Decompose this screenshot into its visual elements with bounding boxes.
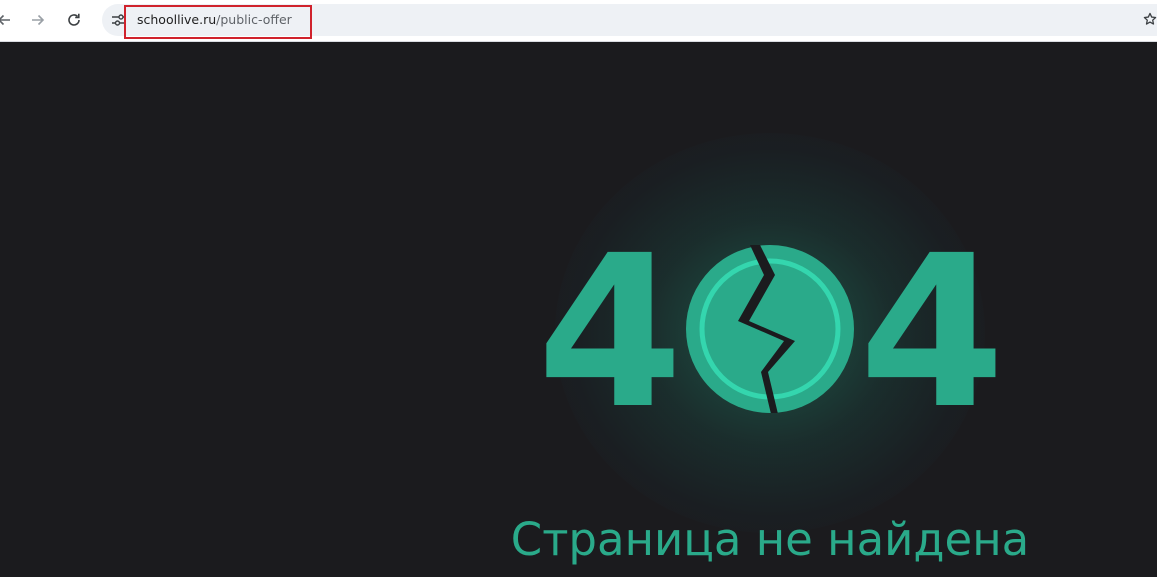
error-digit-left: 4: [540, 243, 683, 413]
reload-button[interactable]: [60, 6, 88, 34]
error-page: 4 4 Страница не найдена: [0, 43, 1157, 577]
star-icon: [1143, 12, 1157, 25]
tune-icon: [112, 14, 124, 26]
url-path: /public-offer: [216, 12, 292, 27]
arrow-right-icon: [32, 14, 45, 26]
arrow-left-icon: [0, 14, 10, 26]
error-title: Страница не найдена: [440, 511, 1100, 569]
url-text[interactable]: schoollive.ru/public-offer: [137, 12, 292, 28]
error-digit-right: 4: [859, 243, 1000, 413]
forward-button[interactable]: [24, 6, 52, 34]
broken-zero-icon: [686, 245, 854, 413]
back-button[interactable]: [0, 6, 18, 34]
reload-icon: [68, 13, 80, 26]
error-title-text: Страница не найдена: [510, 513, 1030, 566]
bookmark-button[interactable]: [1141, 9, 1157, 29]
error-404-graphic: 4 4: [540, 243, 1000, 413]
browser-toolbar: schoollive.ru/public-offer: [0, 0, 1157, 42]
url-domain: schoollive.ru: [137, 12, 217, 27]
